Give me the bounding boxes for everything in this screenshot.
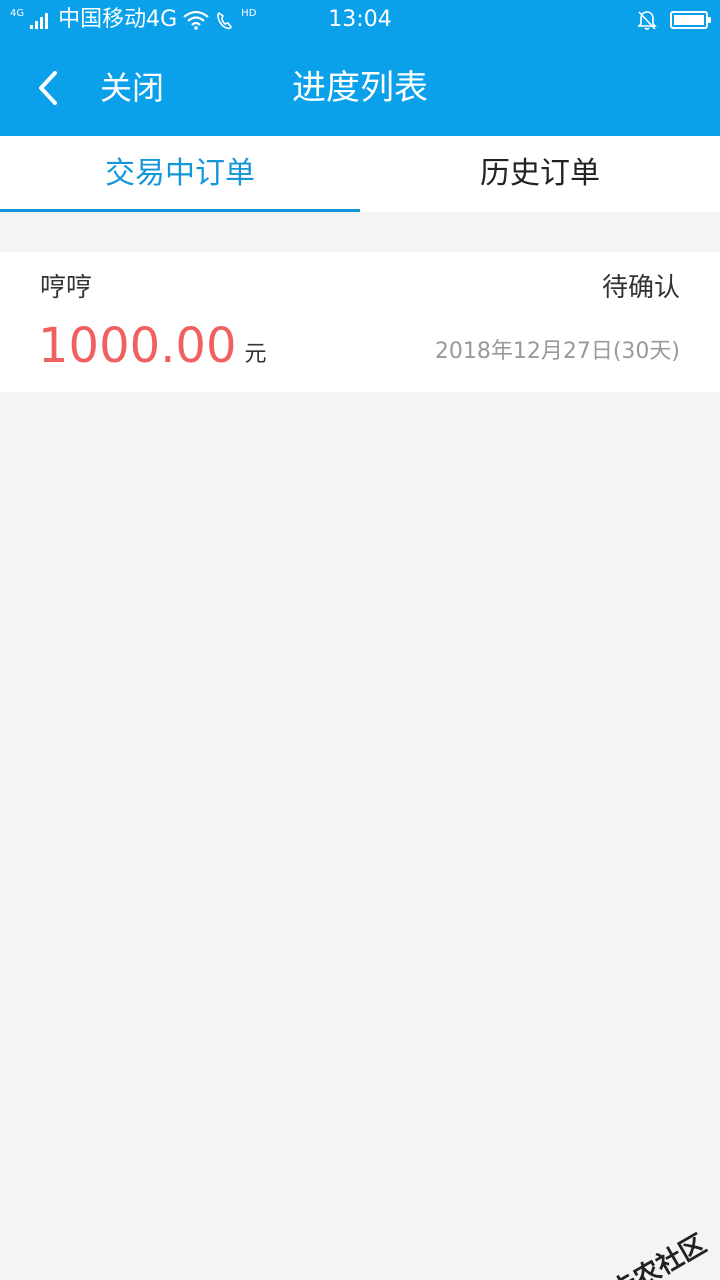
battery-icon bbox=[670, 11, 711, 29]
battery-fill bbox=[674, 15, 704, 25]
tab-trading-orders[interactable]: 交易中订单 bbox=[0, 136, 360, 212]
order-status: 待确认 bbox=[601, 273, 680, 303]
tab-history-orders[interactable]: 历史订单 bbox=[360, 136, 720, 212]
status-bar: 4G 中国移动4G HD 13:04 bbox=[0, 0, 720, 40]
status-right bbox=[636, 8, 711, 32]
watermark-text: 卡农社区 bbox=[606, 1229, 712, 1280]
page-title: 进度列表 bbox=[292, 68, 428, 108]
order-amount-unit: 元 bbox=[244, 342, 267, 367]
tab-bar: 交易中订单 历史订单 bbox=[0, 136, 720, 212]
order-date: 2018年12月27日(30天) bbox=[434, 339, 680, 364]
status-time: 13:04 bbox=[328, 7, 392, 32]
order-card[interactable]: 哼哼 待确认 1000.00 元 2018年12月27日(30天) bbox=[0, 252, 720, 392]
watermark: 卡农社区 bbox=[571, 1224, 712, 1280]
order-amount: 1000.00 bbox=[38, 318, 237, 374]
order-name: 哼哼 bbox=[40, 273, 93, 303]
mute-bell-icon bbox=[637, 11, 657, 30]
nav-bar: 关闭 进度列表 bbox=[0, 40, 720, 136]
top-bar: 4G 中国移动4G HD 13:04 关闭 进度列表 bbox=[0, 0, 720, 136]
order-amount-group: 1000.00 元 bbox=[38, 318, 267, 374]
